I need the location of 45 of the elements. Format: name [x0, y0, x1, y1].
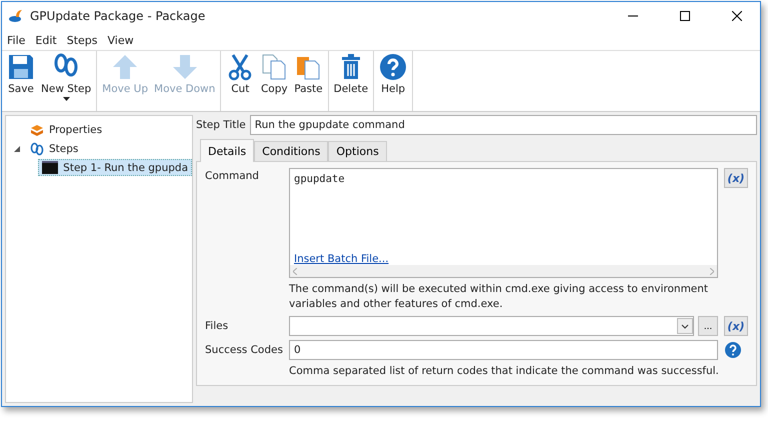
- success-codes-field[interactable]: 0: [289, 340, 718, 360]
- down-arrow-icon: [170, 53, 199, 81]
- toolbar-button[interactable]: Copy: [257, 51, 292, 111]
- toolbar-button[interactable]: Paste: [291, 51, 326, 111]
- scroll-left-icon: [293, 268, 297, 274]
- toolbar-button[interactable]: Help: [376, 51, 410, 111]
- app-icon: [8, 8, 24, 24]
- tree-item[interactable]: Properties: [26, 120, 106, 138]
- chevron-icon: [677, 317, 693, 335]
- tab[interactable]: Details: [200, 139, 254, 162]
- tab[interactable]: Conditions: [254, 141, 328, 162]
- field-label: Success Codes: [205, 344, 284, 356]
- menu-item[interactable]: View: [102, 34, 139, 46]
- tree-item[interactable]: Step 1- Run the gpupda: [38, 159, 192, 176]
- command-hint: The command(s) will be executed within cmd.exe giving access to environment variables and other features of cmd.exe.: [289, 282, 710, 312]
- maximize-icon: [680, 11, 690, 21]
- tab[interactable]: Options: [328, 141, 387, 162]
- tree-item[interactable]: Steps: [26, 140, 82, 158]
- scroll-right-icon: [710, 268, 714, 274]
- up-arrow-icon: [111, 53, 140, 81]
- toolbar-button[interactable]: New Step: [38, 51, 94, 111]
- command-field[interactable]: gpupdate Insert Batch File...: [289, 168, 718, 278]
- footprints-icon: [30, 142, 44, 156]
- browse-button[interactable]: ...: [698, 316, 718, 336]
- close-icon: [732, 11, 742, 21]
- field-label: Step Title: [196, 119, 246, 131]
- toolbar-button[interactable]: Delete: [330, 51, 372, 111]
- field-label: Command: [205, 169, 260, 184]
- menu-item[interactable]: File: [2, 34, 30, 46]
- menu-item[interactable]: Edit: [30, 34, 62, 46]
- variable-button[interactable]: (x): [724, 316, 748, 336]
- field-label: Files: [205, 320, 230, 332]
- toolbar-button[interactable]: Save: [4, 51, 38, 111]
- minimize-icon: [628, 15, 638, 17]
- success-codes-hint: Comma separated list of return codes that indicate the command was successful.: [289, 364, 720, 379]
- help-icon: [725, 342, 741, 358]
- variable-button[interactable]: (x): [724, 168, 748, 188]
- console-icon: [42, 161, 58, 174]
- toolbar-button[interactable]: Cut: [223, 51, 258, 111]
- insert-batch-link[interactable]: Insert Batch File...: [290, 253, 717, 265]
- window-title: GPUpdate Package - Package: [30, 9, 206, 23]
- step-title-field[interactable]: Run the gpupdate command: [250, 115, 757, 135]
- box-icon: [30, 122, 44, 136]
- menu-item[interactable]: Steps: [62, 34, 103, 46]
- caret-icon: [62, 97, 70, 101]
